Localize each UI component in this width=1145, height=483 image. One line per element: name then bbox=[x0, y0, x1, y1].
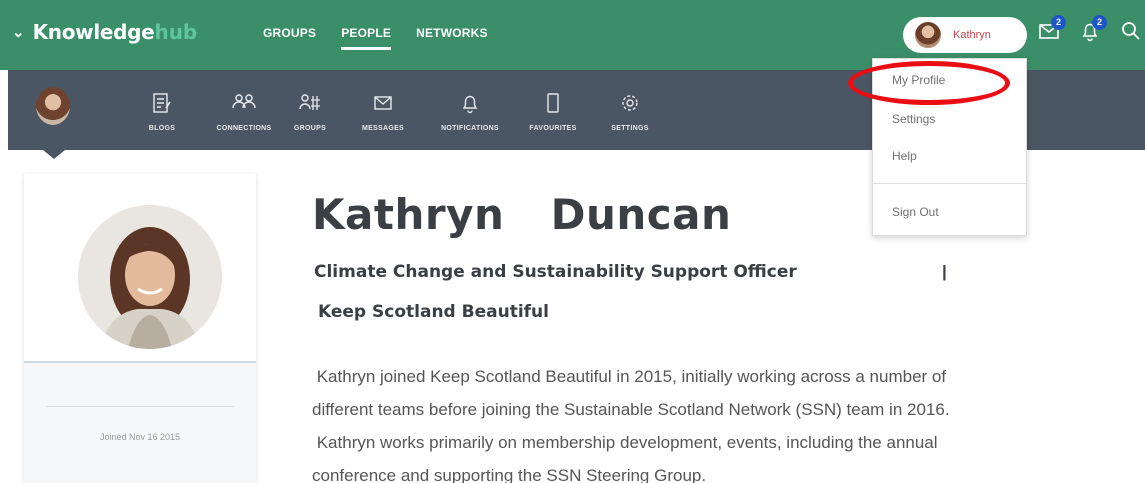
profile-name: Kathryn Duncan bbox=[312, 190, 732, 239]
role-separator: | bbox=[942, 262, 947, 281]
groups-icon bbox=[299, 94, 320, 110]
subnav-groups[interactable]: GROUPS bbox=[287, 92, 333, 132]
profile-bio: Kathryn joined Keep Scotland Beautiful i… bbox=[312, 360, 1102, 483]
highlight-annotation bbox=[848, 61, 1010, 105]
user-menu-button[interactable]: Kathryn bbox=[903, 17, 1027, 53]
brand-name-part1: Knowledge bbox=[32, 20, 155, 44]
profile-photo bbox=[78, 205, 222, 349]
blog-icon bbox=[153, 93, 171, 113]
subnav-messages-label: MESSAGES bbox=[361, 125, 405, 132]
connections-icon bbox=[232, 94, 256, 109]
joined-date: Joined Nov 16 2015 bbox=[99, 432, 181, 442]
brand-name-part2: hub bbox=[154, 20, 198, 44]
primary-menu: GROUPS PEOPLE NETWORKS bbox=[263, 26, 513, 50]
subnav-favourites[interactable]: FAVOURITES bbox=[523, 92, 583, 132]
subnav-notifications-label: NOTIFICATIONS bbox=[441, 125, 499, 132]
user-name: Kathryn bbox=[953, 29, 991, 41]
menu-item-sign-out[interactable]: Sign Out bbox=[892, 205, 939, 219]
profile-organisation: Keep Scotland Beautiful bbox=[318, 302, 549, 322]
subnav-groups-label: GROUPS bbox=[293, 125, 327, 132]
menu-item-help[interactable]: Help bbox=[892, 149, 917, 163]
bio-line: conference and supporting the SSN Steeri… bbox=[312, 466, 707, 483]
profile-card: Joined Nov 16 2015 bbox=[24, 174, 256, 483]
subnav-blogs[interactable]: BLOGS bbox=[142, 92, 182, 132]
subnav-messages[interactable]: MESSAGES bbox=[357, 92, 409, 132]
brand-logo[interactable]: ⌄ Knowledge hub bbox=[12, 20, 197, 44]
bell-icon bbox=[462, 95, 478, 114]
subnav-settings-label: SETTINGS bbox=[611, 125, 649, 132]
profile-card-footer bbox=[24, 363, 256, 483]
menu-divider bbox=[873, 183, 1026, 184]
nav-networks[interactable]: NETWORKS bbox=[416, 26, 488, 40]
search-button[interactable] bbox=[1120, 20, 1142, 47]
search-icon bbox=[1122, 22, 1140, 40]
bio-line: different teams before joining the Susta… bbox=[312, 400, 950, 419]
menu-item-settings[interactable]: Settings bbox=[892, 112, 935, 126]
bookmark-icon bbox=[547, 93, 559, 113]
chevron-down-icon[interactable]: ⌄ bbox=[12, 23, 25, 41]
subnav-notifications[interactable]: NOTIFICATIONS bbox=[434, 92, 506, 132]
messages-badge: 2 bbox=[1051, 15, 1066, 30]
profile-role: Climate Change and Sustainability Suppor… bbox=[314, 262, 797, 282]
gear-icon bbox=[622, 95, 638, 111]
subnav-blogs-label: BLOGS bbox=[148, 125, 176, 132]
nav-people[interactable]: PEOPLE bbox=[341, 26, 392, 50]
notifications-badge: 2 bbox=[1092, 15, 1107, 30]
notifications-button[interactable]: 2 bbox=[1079, 15, 1107, 47]
avatar[interactable] bbox=[36, 87, 70, 125]
subnav-connections-label: CONNECTIONS bbox=[216, 125, 272, 132]
subnav-connections[interactable]: CONNECTIONS bbox=[214, 92, 274, 132]
nav-groups[interactable]: GROUPS bbox=[263, 26, 316, 40]
profile-photo-image bbox=[78, 205, 222, 349]
bio-line: Kathryn joined Keep Scotland Beautiful i… bbox=[312, 367, 947, 386]
bio-line: Kathryn works primarily on membership de… bbox=[312, 433, 938, 452]
avatar bbox=[915, 22, 941, 48]
divider bbox=[46, 406, 234, 407]
subnav-favourites-label: FAVOURITES bbox=[529, 125, 577, 132]
subnav-settings[interactable]: SETTINGS bbox=[604, 92, 656, 132]
messages-button[interactable]: 2 bbox=[1038, 15, 1066, 47]
envelope-icon bbox=[374, 96, 392, 110]
active-indicator-caret bbox=[43, 150, 65, 159]
